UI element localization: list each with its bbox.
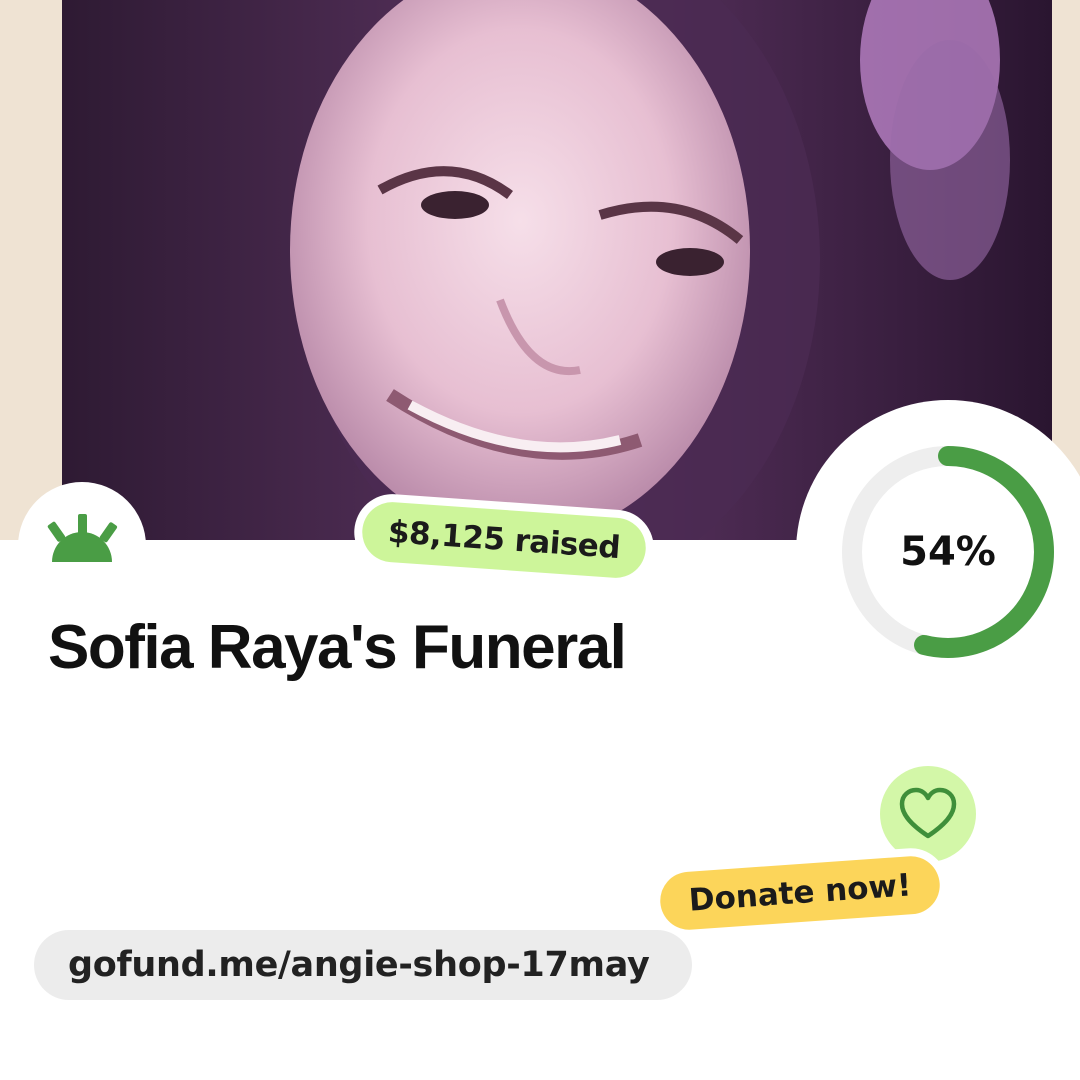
campaign-url-link[interactable]: gofund.me/angie-shop-17may <box>34 930 692 1000</box>
donate-now-label: Donate now! <box>658 854 942 932</box>
heart-button[interactable] <box>880 766 976 862</box>
campaign-title: Sofia Raya's Funeral <box>48 613 627 682</box>
progress-ring: 54% <box>796 400 1080 704</box>
logo-badge <box>18 482 146 610</box>
progress-percent: 54% <box>900 529 996 575</box>
heart-icon <box>899 787 957 839</box>
campaign-url-text: gofund.me/angie-shop-17may <box>68 945 650 985</box>
gofundme-sunrise-icon <box>47 514 118 562</box>
amount-raised-text: $8,125 raised <box>360 500 648 580</box>
